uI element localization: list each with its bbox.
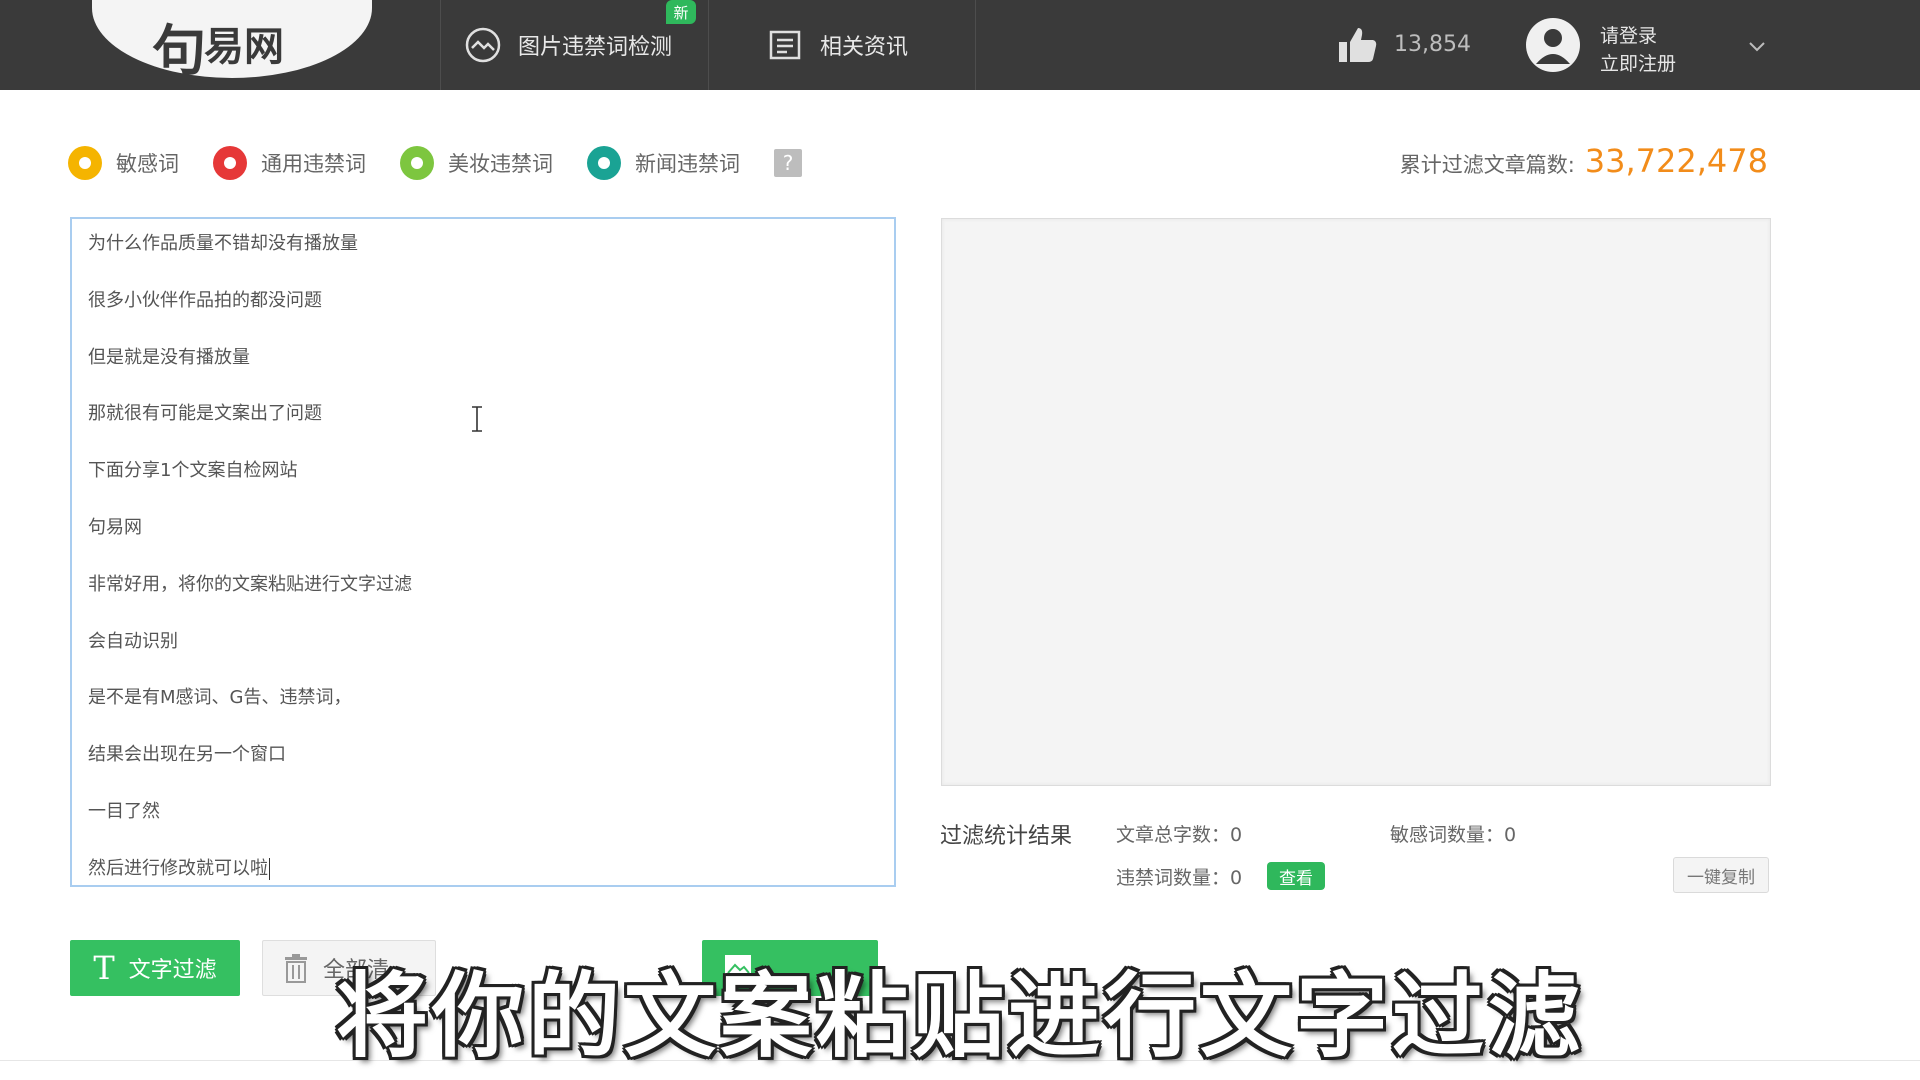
thumbs-up-icon [1336,22,1380,66]
view-button[interactable]: 查看 [1267,862,1325,890]
text-caret [269,857,270,880]
like-count: 13,854 [1394,31,1471,57]
text-line: 但是就是没有播放量 [88,346,250,368]
total-filtered: 累计过滤文章篇数: 33,722,478 [1400,142,1768,180]
new-badge: 新 [666,0,696,24]
text-line: 一目了然 [88,800,160,822]
total-label: 累计过滤文章篇数: [1399,153,1575,177]
nav-label: 图片违禁词检测 [518,35,673,60]
register-link[interactable]: 立即注册 [1600,50,1676,78]
text-line: 句易网 [88,516,142,538]
text-input-area[interactable]: 为什么作品质量不错却没有播放量 很多小伙伴作品拍的都没问题 但是就是没有播放量 … [70,217,896,887]
copy-all-button[interactable]: 一键复制 [1673,857,1769,893]
text-line: 非常好用，将你的文案粘贴进行文字过滤 [88,573,412,595]
word-type-legend: 敏感词 通用违禁词 美妆违禁词 新闻违禁词 ? [68,146,802,180]
legend-sensitive: 敏感词 [68,146,179,180]
teal-dot-icon [587,146,621,180]
text-line: 结果会出现在另一个窗口 [88,744,286,766]
image-scan-icon [462,24,504,66]
site-logo[interactable]: 句 易网 [92,0,372,82]
text-line: 为什么作品质量不错却没有播放量 [88,233,358,254]
text-line-last: 然后进行修改就可以啦 [88,852,878,885]
legend-label: 新闻违禁词 [635,152,740,176]
legend-general-banned: 通用违禁词 [213,146,366,180]
legend-label: 敏感词 [116,152,179,176]
filter-result-area[interactable] [941,218,1771,786]
chevron-down-icon[interactable] [1748,38,1766,56]
yellow-dot-icon [68,146,102,180]
like-counter[interactable]: 13,854 [1336,22,1471,66]
total-value: 33,722,478 [1584,142,1768,180]
nav-label: 相关资讯 [820,35,909,60]
news-icon [764,24,806,66]
banned-count: 违禁词数量：0 [1116,867,1243,889]
nav-divider [975,0,976,90]
logo-mark: 句 [152,19,206,82]
logo-text: 易网 [204,24,284,70]
nav-image-detection[interactable]: 图片违禁词检测 [462,0,672,90]
legend-beauty-banned: 美妆违禁词 [400,146,553,180]
text-line: 下面分享1个文案自检网站 [88,460,298,482]
text-line: 很多小伙伴作品拍的都没问题 [88,289,322,311]
login-area: 请登录 立即注册 [1600,22,1676,78]
nav-divider [440,0,441,90]
legend-news-banned: 新闻违禁词 [587,146,740,180]
nav-news[interactable]: 相关资讯 [764,0,908,90]
user-avatar-icon[interactable] [1526,18,1580,72]
green-dot-icon [400,146,434,180]
legend-label: 美妆违禁词 [448,152,553,176]
sensitive-count: 敏感词数量：0 [1390,824,1517,846]
legend-label: 通用违禁词 [261,152,366,176]
text-line: 会自动识别 [88,630,178,652]
video-subtitle: 将你的文案粘贴进行文字过滤 [335,963,1584,1070]
text-line: 是不是有M感词、G告、违禁词， [88,687,352,709]
text-line: 然后进行修改就可以啦 [88,857,268,879]
login-link[interactable]: 请登录 [1600,22,1676,50]
ibeam-cursor-icon [472,406,482,432]
stats-title: 过滤统计结果 [940,824,1073,849]
total-chars: 文章总字数：0 [1116,824,1243,846]
nav-divider [708,0,709,90]
help-icon[interactable]: ? [774,149,802,177]
top-navigation-bar: 句 易网 图片违禁词检测 新 相关资讯 13,854 请登录 立即注册 [0,0,1920,90]
red-dot-icon [213,146,247,180]
